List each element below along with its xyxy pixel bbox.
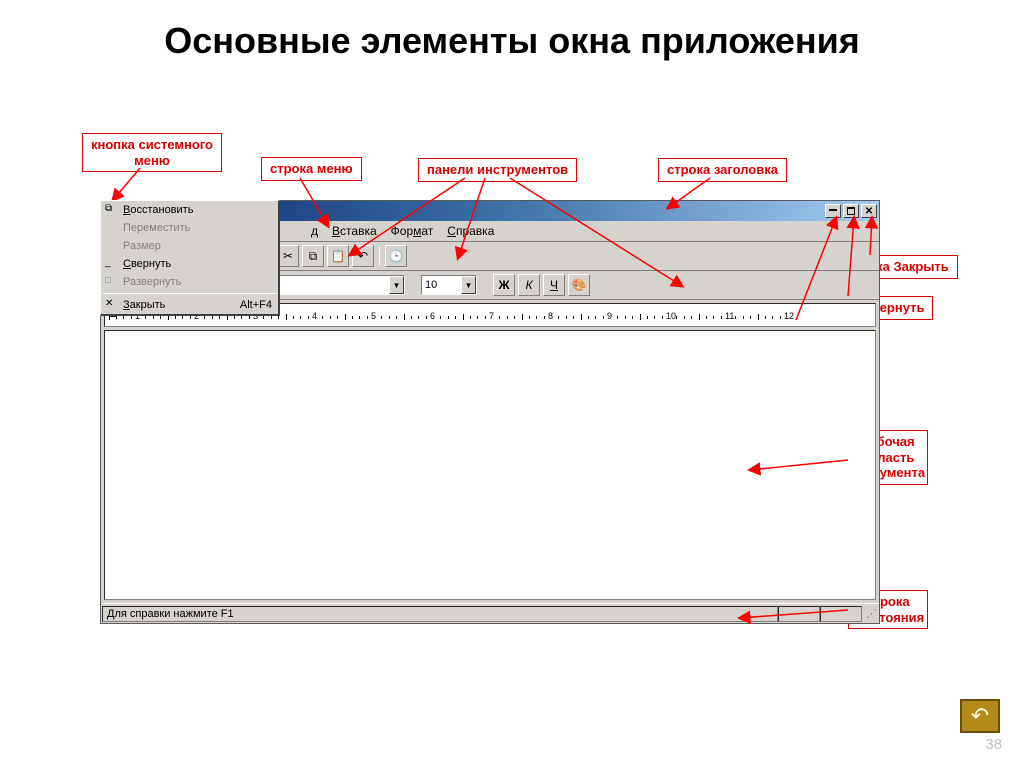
bold-button[interactable]: Ж [493,274,515,296]
close-icon: ✕ [105,298,113,309]
copy-button[interactable]: ⧉ [302,245,324,267]
minimize-icon [829,209,837,211]
italic-icon: К [525,278,532,292]
slide-return-button[interactable]: ↶ [960,699,1000,733]
palette-icon: 🎨 [572,278,587,292]
minimize-icon: _ [105,257,111,268]
ruler-mark: 7 [489,311,494,321]
document-area[interactable] [104,330,876,600]
undo-button[interactable]: ↶ [352,245,374,267]
label-toolbars: панели инструментов [418,158,577,182]
separator [379,246,380,266]
menu-help[interactable]: Справка [441,223,500,239]
label-system-menu: кнопка системного меню [82,133,222,172]
ruler-mark: 5 [371,311,376,321]
chevron-down-icon[interactable]: ▼ [389,276,404,294]
ruler-mark: 4 [312,311,317,321]
menu-format[interactable]: Формат [385,223,440,239]
restore-icon: ⧉ [105,203,112,214]
date-icon: 🕒 [389,249,404,263]
underline-button[interactable]: Ч [543,274,565,296]
menu-minimize[interactable]: _Свернуть [101,255,278,273]
color-button[interactable]: 🎨 [568,274,590,296]
copy-icon: ⧉ [309,249,318,264]
datetime-button[interactable]: 🕒 [385,245,407,267]
cut-button[interactable]: ✂ [277,245,299,267]
minimize-button[interactable] [825,204,841,218]
menu-divider [103,293,276,294]
menu-move[interactable]: Переместить [101,219,278,237]
system-menu: ⧉Восстановить Переместить Размер _Сверну… [100,200,280,316]
maximize-button[interactable] [843,204,859,218]
ruler-mark: 8 [548,311,553,321]
ruler-mark: 11 [725,311,734,321]
close-button[interactable]: ✕ [861,204,877,218]
undo-icon: ↶ [358,249,368,263]
menu-size[interactable]: Размер [101,237,278,255]
status-cell-2 [820,606,862,622]
bold-icon: Ж [499,278,510,292]
status-cell-1 [778,606,820,622]
menu-insert[interactable]: Вставка [326,223,383,239]
ruler-mark: 12 [784,311,794,321]
scissors-icon: ✂ [283,249,293,263]
page-title: Основные элементы окна приложения [0,0,1024,61]
resize-grip-icon[interactable]: ⋰ [862,607,878,620]
chevron-down-icon[interactable]: ▼ [461,276,476,294]
maximize-icon [847,207,855,215]
clipboard-icon: 📋 [331,249,346,263]
menu-restore[interactable]: ⧉Восстановить [101,201,278,219]
paste-button[interactable]: 📋 [327,245,349,267]
close-icon: ✕ [865,206,873,217]
shortcut-label: Alt+F4 [240,299,272,311]
menu-close[interactable]: ✕ЗакрытьAlt+F4 [101,296,278,314]
ruler-mark: 9 [607,311,612,321]
status-text: Для справки нажмите F1 [102,606,778,622]
status-bar: Для справки нажмите F1 ⋰ [101,603,879,623]
u-turn-icon: ↶ [971,703,989,729]
slide-number: 38 [985,736,1002,753]
italic-button[interactable]: К [518,274,540,296]
label-title-bar: строка заголовка [658,158,787,182]
menu-maximize[interactable]: □Развернуть [101,273,278,291]
label-menu-bar: строка меню [261,157,362,181]
ruler-mark: 10 [666,311,676,321]
font-size-value: 10 [425,279,437,291]
font-size-combo[interactable]: 10 ▼ [421,275,477,295]
underline-icon: Ч [550,278,558,292]
maximize-icon: □ [105,275,111,286]
menu-view-partial[interactable]: д [305,223,324,239]
ruler-mark: 6 [430,311,435,321]
